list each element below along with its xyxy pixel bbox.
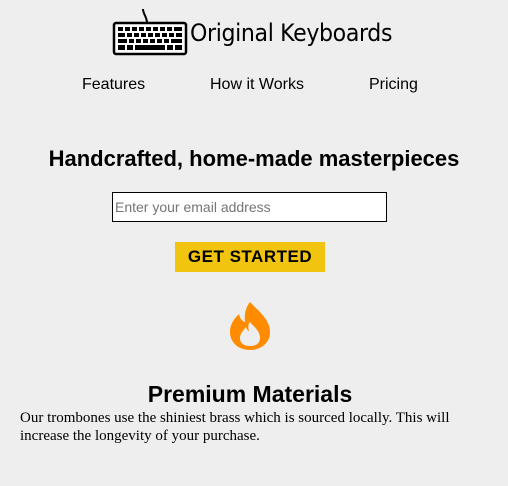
hero-title: Handcrafted, home-made masterpieces <box>48 146 460 171</box>
feature-title: Premium Materials <box>147 381 353 407</box>
logo-text: Original Keyboards <box>190 19 393 47</box>
main-nav: Features How it Works Pricing <box>0 75 508 97</box>
nav-link-how-it-works[interactable]: How it Works <box>210 75 304 95</box>
nav-link-features[interactable]: Features <box>82 75 145 95</box>
feature-description: Our trombones use the shiniest brass whi… <box>20 410 450 444</box>
logo[interactable]: Original Keyboards <box>112 8 392 56</box>
fire-icon <box>230 302 270 350</box>
nav-link-pricing[interactable]: Pricing <box>369 75 418 95</box>
email-input[interactable] <box>112 192 387 222</box>
keyboard-icon <box>112 8 188 56</box>
get-started-button[interactable]: GET STARTED <box>175 242 325 272</box>
